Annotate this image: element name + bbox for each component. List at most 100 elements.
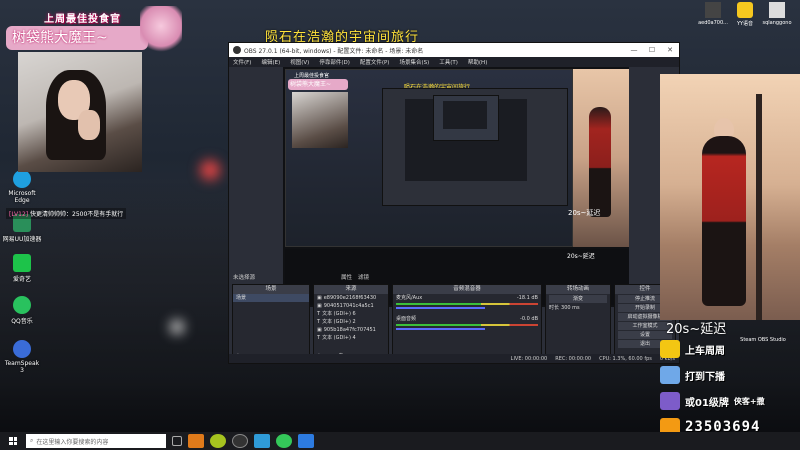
desktop-icon-top-1[interactable]: aed0a700... [695,2,731,26]
nested-preview-3 [443,101,487,129]
badge-icon [660,366,680,384]
duration-row: 时长 300 ms [549,304,580,312]
obs-docks: 未选择源 属性 滤镜 场景 场景 + − ∧ ∨ 来源 ▣e89090e2168… [229,272,679,364]
task-view-icon[interactable] [172,436,182,446]
preview-nested-obs [382,88,568,206]
menu-docks[interactable]: 停靠部件(D) [319,58,350,66]
volume-slider[interactable] [396,328,485,330]
menu-view[interactable]: 视图(V) [290,58,309,66]
text-source-icon: T [317,311,321,317]
obs-logo-icon [233,46,241,54]
filters-button[interactable]: 滤镜 [358,273,369,281]
mixer-track: 桌面音频 -0.0 dB [396,316,538,322]
preview-nested-desktop: 上周最佳投食官 树袋熊大魔王~ 陨石在浩瀚的宇宙间旅行 [285,69,573,247]
wechat-icon[interactable] [276,434,292,448]
source-item[interactable]: T 文本 (GDI+) 2 [314,318,388,326]
preview-delay-label: 20s~延迟 [567,253,595,260]
preview-banner-name: 树袋熊大魔王~ [288,79,348,90]
source-icon: ▣ [317,303,322,309]
close-icon[interactable]: ✕ [661,46,679,54]
obs-source-toolbar: 未选择源 属性 滤镜 [233,272,675,282]
taskbar-app-icon[interactable] [210,434,226,448]
scenes-dock: 场景 场景 + − ∧ ∨ [232,284,310,362]
obs-titlebar[interactable]: OBS 27.0.1 (64-bit, windows) - 配置文件: 未命名… [229,43,679,57]
minimize-icon[interactable]: — [625,46,643,54]
menu-file[interactable]: 文件(F) [233,58,251,66]
webcam-hand [78,110,100,140]
overlay-row: 打到下播 [660,362,800,388]
desktop-icon-iqiyi[interactable]: 爱奇艺 [2,254,42,283]
chat-text: 快更清帅帅帅：2500不是有手就行 [30,211,124,218]
teamspeak-icon [13,340,31,358]
obs-statusbar: LIVE: 00:00:00 REC: 00:00:00 CPU: 1.3%, … [229,354,679,363]
webcam-right [660,74,800,320]
obs-preview[interactable]: 上周最佳投食官 树袋熊大魔王~ 陨石在浩瀚的宇宙间旅行 20s~延迟 23503… [283,67,629,307]
taskbar-app-icon[interactable] [188,434,204,448]
obs-taskbar-icon[interactable] [232,434,248,448]
desktop-icon-qqmusic[interactable]: QQ音乐 [2,296,42,325]
taskbar-app-icon[interactable] [298,434,314,448]
source-item[interactable]: ▣ 9040517041c4a5c1 [314,302,388,310]
no-source-label: 未选择源 [233,275,256,281]
cpu-status: CPU: 1.3%, 60.00 fps [599,355,652,362]
wallpaper-light [170,320,184,334]
studio-mode-button[interactable]: 工作室模式 [618,322,672,330]
window-controls: — ☐ ✕ [625,46,679,54]
start-button[interactable] [0,432,26,450]
menu-scene-collection[interactable]: 场景集合(S) [399,58,429,66]
search-icon: ⌕ [30,437,34,444]
taskbar-app-icon[interactable] [254,434,270,448]
volume-meter [396,303,538,305]
badge-icon [660,340,680,358]
transition-select[interactable]: 渐变 [549,295,607,303]
qqmusic-icon [13,296,31,314]
duration-input[interactable]: 300 ms [561,304,580,312]
desktop-steam-obs[interactable]: Steam OBS Studio [733,337,793,343]
preview-banner-title: 上周最佳投食官 [294,73,330,79]
yy-icon [737,2,753,18]
menu-profile[interactable]: 配置文件(P) [360,58,390,66]
menu-tools[interactable]: 工具(T) [439,58,458,66]
obs-title: OBS 27.0.1 (64-bit, windows) - 配置文件: 未命名… [244,47,424,55]
source-item[interactable]: T 文本 (GDI+) 6 [314,310,388,318]
menu-edit[interactable]: 编辑(E) [261,58,280,66]
sources-dock: 来源 ▣ e89090e2168f63430 ▣ 9040517041c4a5c1 … [313,284,389,362]
delay-label-small: 20s~延迟 [568,209,601,217]
desktop-icon-top-2[interactable]: YY语音 [727,2,763,27]
windows-icon [9,437,17,445]
desktop-icon-teamspeak[interactable]: TeamSpeak 3 [2,340,42,374]
desktop-icon-top-3[interactable]: sqlanggono [759,2,795,26]
obs-menubar: 文件(F) 编辑(E) 视图(V) 停靠部件(D) 配置文件(P) 场景集合(S… [229,57,679,67]
maximize-icon[interactable]: ☐ [643,46,661,54]
obs-window[interactable]: OBS 27.0.1 (64-bit, windows) - 配置文件: 未命名… [228,42,680,364]
mixer-track: 麦克风/Aux -18.1 dB [396,295,538,301]
volume-meter [396,324,538,326]
scene-item[interactable]: 场景 [233,294,309,302]
photo-icon [705,2,721,18]
menu-help[interactable]: 帮助(H) [468,58,487,66]
source-icon: ▣ [317,295,322,301]
rec-status: REC: 00:00:00 [555,355,592,362]
scenes-dock-header: 场景 [233,285,309,294]
transitions-dock: 转场动画 渐变 时长 300 ms [545,284,611,362]
source-item[interactable]: T 文本 (GDI+) 4 [314,334,388,342]
source-item[interactable]: ▣ e89090e2168f63430 [314,294,388,302]
mixer-dock: 音频混音器 麦克风/Aux -18.1 dB 桌面音频 -0.0 dB [392,284,542,362]
delay-label: 20s~延迟 [666,322,727,337]
properties-button[interactable]: 属性 [341,273,352,281]
sources-dock-header: 来源 [314,285,388,294]
overlay-row: 或01级牌 侠客+撒 [660,388,800,414]
chat-level: [LV12] [9,211,29,218]
volume-slider[interactable] [396,307,485,309]
badge-icon [660,392,680,410]
source-item[interactable]: ▣ 905b18a47fc707451 [314,326,388,334]
webcam-right-figure [702,136,746,306]
banner-title: 上周最佳投食官 [44,14,121,25]
source-icon: ▣ [317,327,322,333]
desktop-icon-edge[interactable]: Microsoft Edge [2,170,42,204]
stream-overlay-right: 上车周周 打到下播 或01级牌 侠客+撒 23503694 [660,336,800,440]
text-source-icon: T [317,335,321,341]
banner-name: 树袋熊大魔王~ [6,26,148,50]
taskbar-search[interactable]: ⌕ 在这里输入你要搜索的内容 [26,434,166,448]
live-status: LIVE: 00:00:00 [510,355,548,362]
